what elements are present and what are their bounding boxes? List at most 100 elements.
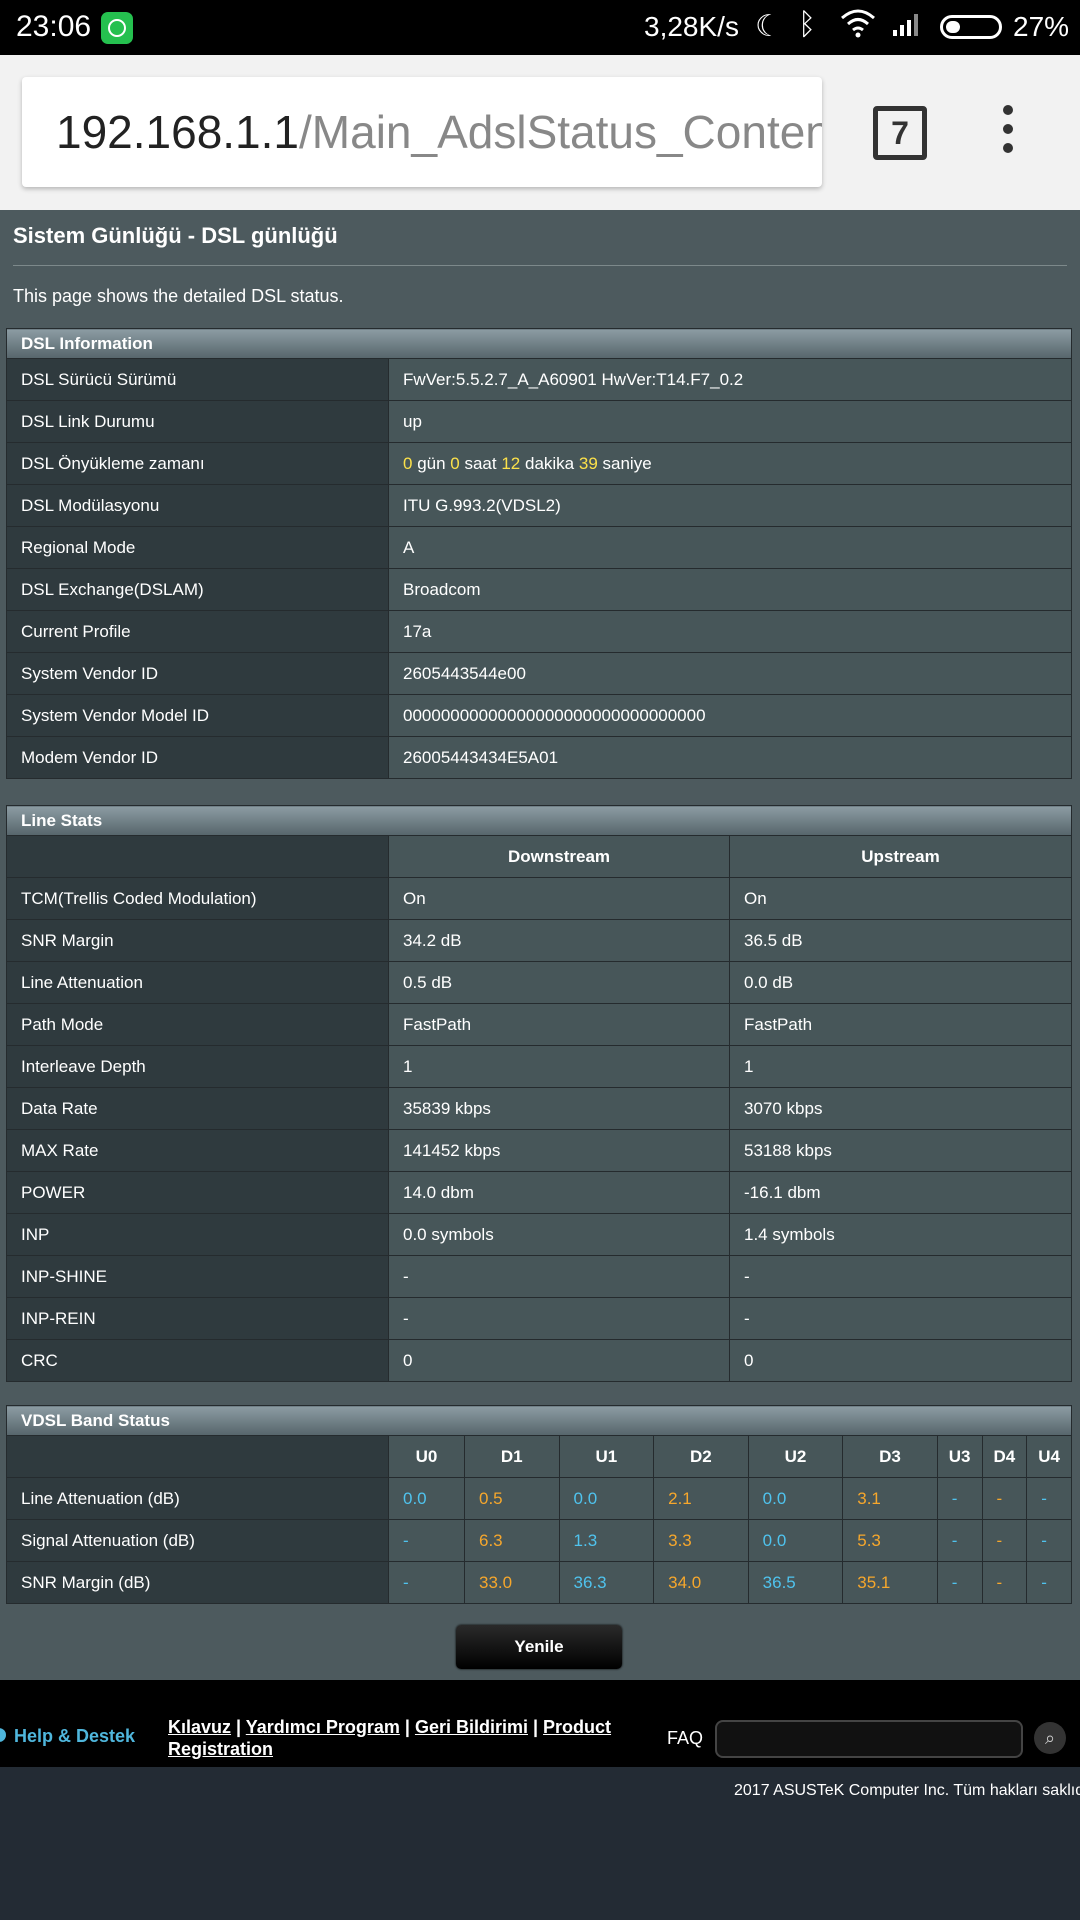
upstream-value: FastPath	[729, 1003, 1072, 1046]
upstream-value: -16.1 dbm	[729, 1171, 1072, 1214]
band-value: 0.0	[747, 1519, 844, 1562]
table-row: Path Mode FastPath FastPath	[6, 1003, 1072, 1046]
upstream-value: -	[729, 1297, 1072, 1340]
table-row: DSL Sürücü Sürümü FwVer:5.5.2.7_A_A60901 …	[6, 358, 1072, 401]
link-separator: |	[532, 1717, 539, 1737]
row-label: DSL Önyükleme zamanı	[6, 442, 389, 485]
band-value: -	[1026, 1561, 1072, 1604]
uptime-days-label: gün	[412, 453, 451, 473]
table-row: SNR Margin (dB) -33.0 36.3 34.0 36.5 35.1- - -	[6, 1561, 1072, 1604]
row-label: DSL Link Durumu	[6, 400, 389, 443]
band-column-header: U2	[747, 1435, 844, 1478]
downstream-value: -	[388, 1297, 730, 1340]
row-label: INP-REIN	[6, 1297, 389, 1340]
band-column-header: D4	[981, 1435, 1028, 1478]
row-label: SNR Margin	[6, 919, 389, 962]
downstream-value: FastPath	[388, 1003, 730, 1046]
clock: 23:06	[16, 10, 92, 43]
url-path: /Main_AdslStatus_Conten	[299, 106, 822, 158]
upstream-value: 1	[729, 1045, 1072, 1088]
upstream-value: 1.4 symbols	[729, 1213, 1072, 1256]
table-row: MAX Rate 141452 kbps 53188 kbps	[6, 1129, 1072, 1172]
downstream-value: On	[388, 877, 730, 920]
band-column-header: U3	[936, 1435, 983, 1478]
bluetooth-icon: ᛒ	[798, 8, 816, 41]
band-column-header: D3	[842, 1435, 938, 1478]
row-label: Line Attenuation	[6, 961, 389, 1004]
table-row: Modem Vendor ID 26005443434E5A01	[6, 736, 1072, 779]
row-label: Current Profile	[6, 610, 389, 653]
band-value: 6.3	[463, 1519, 560, 1562]
table-row: SNR Margin 34.2 dB 36.5 dB	[6, 919, 1072, 962]
downstream-value: 141452 kbps	[388, 1129, 730, 1172]
table-corner	[6, 1435, 389, 1478]
band-value: 36.5	[747, 1561, 844, 1604]
row-label: INP-SHINE	[6, 1255, 389, 1298]
faq-search-input[interactable]	[715, 1720, 1023, 1758]
table-corner	[6, 835, 389, 878]
band-value: 0.0	[388, 1477, 465, 1520]
row-value: Broadcom	[388, 568, 1072, 611]
row-label: DSL Modülasyonu	[6, 484, 389, 527]
band-value: -	[936, 1519, 983, 1562]
link-separator: |	[236, 1717, 242, 1737]
upstream-value: On	[729, 877, 1072, 920]
band-value: -	[981, 1477, 1028, 1520]
band-column-header: D2	[653, 1435, 749, 1478]
browser-toolbar: 192.168.1.1/Main_AdslStatus_Conten 7	[0, 55, 1080, 210]
row-label: SNR Margin (dB)	[6, 1561, 389, 1604]
row-value: A	[388, 526, 1072, 569]
url-text[interactable]: 192.168.1.1/Main_AdslStatus_Conten	[56, 105, 822, 159]
row-label: CRC	[6, 1339, 389, 1382]
copyright: 2017 ASUSTeK Computer Inc. Tüm hakları s…	[734, 1782, 1080, 1799]
address-bar[interactable]: 192.168.1.1/Main_AdslStatus_Conten	[22, 77, 822, 187]
band-value: -	[1026, 1477, 1072, 1520]
band-value: -	[1026, 1519, 1072, 1562]
uptime-seconds-label: saniye	[597, 453, 652, 473]
row-label: Modem Vendor ID	[6, 736, 389, 779]
column-header-downstream: Downstream	[388, 835, 730, 878]
band-column-header: U1	[558, 1435, 655, 1478]
search-icon[interactable]: ⌕	[1034, 1722, 1066, 1754]
upstream-value: 36.5 dB	[729, 919, 1072, 962]
faq-label: FAQ	[667, 1728, 704, 1748]
band-value: 0.0	[558, 1477, 655, 1520]
upstream-value: 3070 kbps	[729, 1087, 1072, 1130]
status-bar: 23:06 3,28K/s ☾ ᛒ 27%	[0, 0, 1080, 55]
link-feedback[interactable]: Geri Bildirimi	[415, 1717, 528, 1737]
band-value: 0.0	[747, 1477, 844, 1520]
row-label: Line Attenuation (dB)	[6, 1477, 389, 1520]
band-value: 5.3	[842, 1519, 938, 1562]
band-value: -	[388, 1519, 465, 1562]
downstream-value: 0.0 symbols	[388, 1213, 730, 1256]
link-manual[interactable]: Kılavuz	[168, 1717, 231, 1737]
band-value: 3.1	[842, 1477, 938, 1520]
table-row: TCM(Trellis Coded Modulation) On On	[6, 877, 1072, 920]
table-row: Regional Mode A	[6, 526, 1072, 569]
link-separator: |	[404, 1717, 410, 1737]
dsl-information-table: DSL Information DSL Sürücü Sürümü FwVer:5…	[6, 328, 1072, 779]
refresh-button[interactable]: Yenile	[456, 1625, 622, 1669]
tab-switcher-button[interactable]: 7	[873, 106, 927, 160]
uptime-hours: 0	[450, 453, 460, 473]
link-utility[interactable]: Yardımcı Program	[246, 1717, 400, 1737]
band-column-header: D1	[463, 1435, 560, 1478]
row-label: Signal Attenuation (dB)	[6, 1519, 389, 1562]
upstream-value: 0.0 dB	[729, 961, 1072, 1004]
router-page: Sistem Günlüğü - DSL günlüğü This page s…	[0, 210, 1080, 1680]
row-label: INP	[6, 1213, 389, 1256]
more-options-icon[interactable]	[1003, 105, 1013, 162]
band-value: 34.0	[653, 1561, 749, 1604]
table-row: Data Rate 35839 kbps 3070 kbps	[6, 1087, 1072, 1130]
divider	[13, 265, 1067, 266]
battery-percent: 27%	[1013, 11, 1070, 42]
table-row: DSL Link Durumu up	[6, 400, 1072, 443]
table-header: Line Stats	[6, 805, 1072, 836]
table-row: Line Attenuation (dB) 0.0 0.5 0.0 2.1 0.0 3.1-…	[6, 1477, 1072, 1520]
downstream-value: 0	[388, 1339, 730, 1382]
line-stats-table: Line Stats Downstream Upstream TCM(Trell…	[6, 805, 1072, 1382]
table-row: Current Profile 17a	[6, 610, 1072, 653]
band-column-header: U4	[1026, 1435, 1072, 1478]
band-value: 35.1	[842, 1561, 938, 1604]
band-value: 1.3	[558, 1519, 655, 1562]
